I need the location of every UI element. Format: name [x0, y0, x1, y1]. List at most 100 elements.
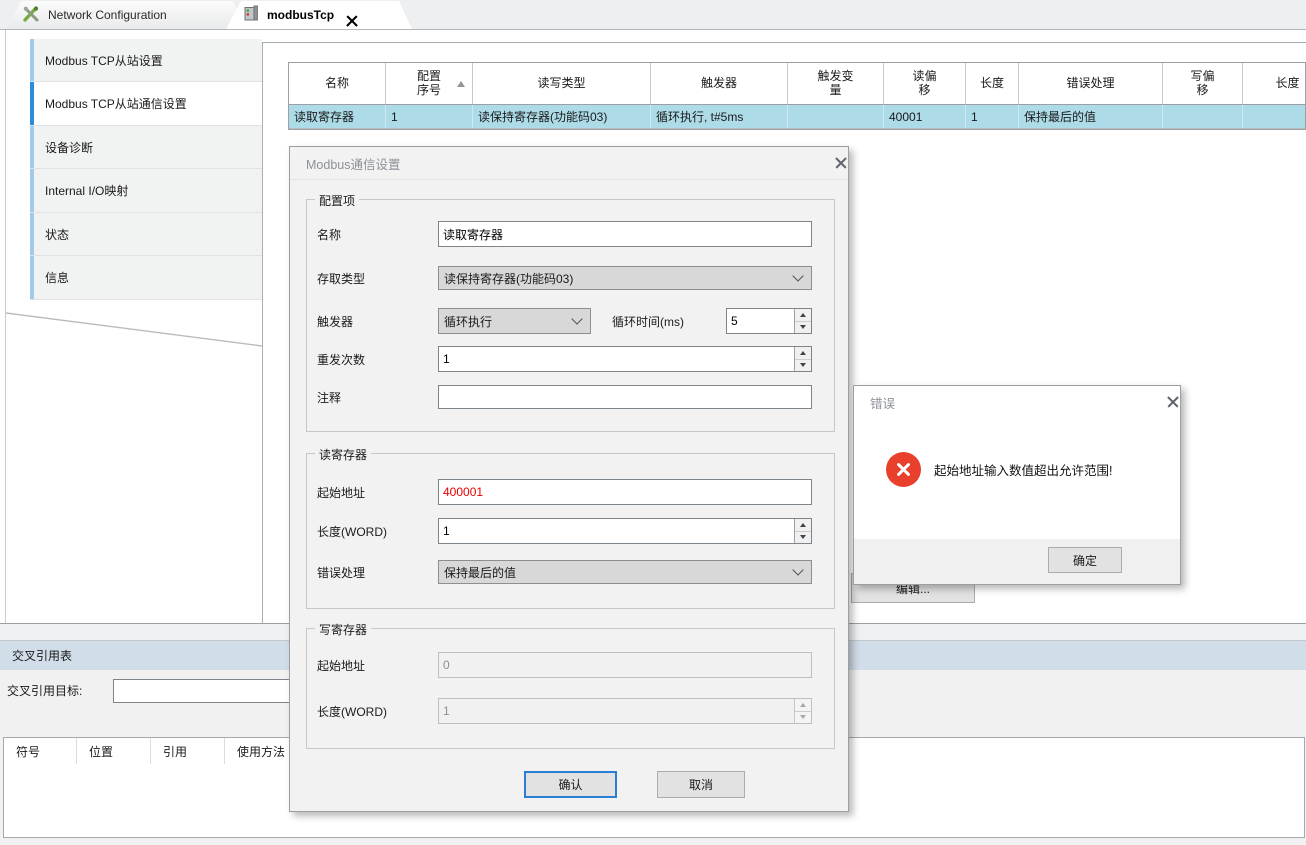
retry-count-spinner[interactable] — [438, 346, 812, 372]
sidebar-item-label: 信息 — [45, 269, 69, 286]
spin-up-icon[interactable] — [795, 347, 811, 360]
cross-reference-target-label: 交叉引用目标: — [7, 678, 82, 702]
trigger-select[interactable]: 循环执行 — [438, 308, 591, 334]
sidebar-item-information[interactable]: 信息 — [30, 256, 262, 300]
read-length-label: 长度(WORD) — [317, 518, 387, 544]
trigger-label: 触发器 — [317, 308, 353, 334]
modbus-settings-dialog: Modbus通信设置 配置项 名称 存取类型 读保持寄存器(功能码03) 触发器… — [289, 146, 849, 812]
read-register-group: 读寄存器 起始地址 长度(WORD) 错误处理 保持最后的值 — [306, 453, 835, 609]
sidebar-item-label: 状态 — [45, 226, 69, 243]
comment-input[interactable] — [438, 385, 812, 409]
ok-button[interactable]: 确定 — [1048, 547, 1122, 573]
table-row-selected[interactable]: 读取寄存器 1 读保持寄存器(功能码03) 循环执行, t#5ms 40001 … — [289, 105, 1306, 129]
column-header-trigger-variable[interactable]: 触发变 量 — [788, 63, 884, 104]
tab-accent-bar — [30, 169, 34, 212]
xref-column-position[interactable]: 位置 — [77, 738, 151, 764]
cell-read-length: 1 — [966, 105, 1019, 128]
column-header-rw-type[interactable]: 读写类型 — [473, 63, 651, 104]
dialog-title-bar[interactable]: 错误 — [854, 386, 1180, 418]
retry-count-input[interactable] — [438, 346, 812, 372]
header-text: 配置 序号 — [417, 70, 441, 98]
group-legend: 配置项 — [315, 192, 359, 209]
write-register-group: 写寄存器 起始地址 长度(WORD) — [306, 628, 835, 749]
cycle-time-spinner[interactable] — [726, 308, 812, 334]
spin-up-icon — [795, 699, 811, 712]
name-input[interactable] — [438, 221, 812, 247]
confirm-button[interactable]: 确认 — [524, 771, 617, 798]
tab-accent-bar — [30, 126, 34, 168]
device-icon — [244, 5, 259, 25]
dialog-title-bar[interactable]: Modbus通信设置 — [290, 147, 848, 180]
selected-value: 循环执行 — [444, 309, 492, 333]
sidebar-item-label: 设备诊断 — [45, 139, 93, 156]
column-header-write-offset[interactable]: 写偏 移 — [1163, 63, 1243, 104]
tab-accent-bar — [30, 213, 34, 255]
column-header-read-length[interactable]: 长度 — [966, 63, 1019, 104]
spin-buttons[interactable] — [794, 347, 811, 371]
modbus-channel-table: 名称 配置 序号 读写类型 触发器 触发变 量 读偏 移 长度 错误处理 写偏 … — [288, 62, 1306, 130]
spin-down-icon[interactable] — [795, 322, 811, 334]
write-start-address-label: 起始地址 — [317, 652, 365, 678]
error-message: 起始地址输入数值超出允许范围! — [934, 460, 1112, 479]
cell-write-offset — [1163, 105, 1243, 128]
xref-column-symbol[interactable]: 符号 — [4, 738, 77, 764]
tools-icon — [22, 5, 40, 26]
group-legend: 写寄存器 — [315, 621, 371, 638]
dialog-title: Modbus通信设置 — [306, 154, 400, 173]
config-group: 配置项 名称 存取类型 读保持寄存器(功能码03) 触发器 循环执行 循环时间(… — [306, 199, 835, 432]
spin-down-icon[interactable] — [795, 532, 811, 544]
write-length-spinner — [438, 698, 812, 724]
chevron-down-icon — [792, 270, 803, 281]
comment-label: 注释 — [317, 385, 341, 409]
chevron-down-icon — [571, 313, 582, 324]
cell-trigger: 循环执行, t#5ms — [651, 105, 788, 128]
sidebar-item-modbus-tcp-comm-settings[interactable]: Modbus TCP从站通信设置 — [30, 82, 262, 126]
spin-buttons[interactable] — [794, 309, 811, 333]
sidebar-item-label: Internal I/O映射 — [45, 182, 128, 199]
sidebar-item-modbus-tcp-settings[interactable]: Modbus TCP从站设置 — [30, 39, 262, 82]
tab-accent-bar — [30, 82, 34, 125]
read-length-spinner[interactable] — [438, 518, 812, 544]
spin-buttons[interactable] — [794, 519, 811, 543]
tab-accent-bar — [30, 256, 34, 299]
column-header-write-length[interactable]: 长度 — [1243, 63, 1306, 104]
tab-network-configuration[interactable]: Network Configuration — [6, 1, 246, 29]
read-start-address-input[interactable] — [438, 479, 812, 505]
column-header-trigger[interactable]: 触发器 — [651, 63, 788, 104]
access-type-select[interactable]: 读保持寄存器(功能码03) — [438, 266, 812, 290]
selected-value: 读保持寄存器(功能码03) — [444, 267, 573, 289]
cell-read-offset: 40001 — [884, 105, 966, 128]
error-icon — [886, 452, 921, 487]
tab-modbustcp[interactable]: modbusTcp — [226, 1, 412, 29]
column-header-read-offset[interactable]: 读偏 移 — [884, 63, 966, 104]
column-header-error-handling[interactable]: 错误处理 — [1019, 63, 1163, 104]
retry-count-label: 重发次数 — [317, 346, 365, 372]
dialog-footer: 确定 — [854, 539, 1180, 584]
read-length-input[interactable] — [438, 518, 812, 544]
column-header-config-index[interactable]: 配置 序号 — [386, 63, 473, 104]
read-start-address-label: 起始地址 — [317, 479, 365, 505]
cell-error-handling: 保持最后的值 — [1019, 105, 1163, 128]
spin-down-icon — [795, 712, 811, 724]
cancel-button[interactable]: 取消 — [657, 771, 745, 798]
spin-up-icon[interactable] — [795, 309, 811, 322]
group-legend: 读寄存器 — [315, 446, 371, 463]
chevron-down-icon — [792, 564, 803, 575]
dialog-title: 错误 — [870, 393, 895, 412]
sidebar-item-internal-io-mapping[interactable]: Internal I/O映射 — [30, 169, 262, 213]
name-label: 名称 — [317, 221, 341, 247]
error-handling-label: 错误处理 — [317, 560, 365, 584]
spin-buttons — [794, 699, 811, 723]
spin-down-icon[interactable] — [795, 360, 811, 372]
sidebar-diagonal-edge — [5, 310, 263, 350]
tab-label: Network Configuration — [48, 8, 167, 22]
spin-up-icon[interactable] — [795, 519, 811, 532]
sidebar-item-device-diagnosis[interactable]: 设备诊断 — [30, 126, 262, 169]
panel-title: 交叉引用表 — [12, 647, 72, 664]
xref-column-reference[interactable]: 引用 — [151, 738, 225, 764]
column-header-name[interactable]: 名称 — [289, 63, 386, 104]
sidebar-item-status[interactable]: 状态 — [30, 213, 262, 256]
error-handling-select[interactable]: 保持最后的值 — [438, 560, 812, 584]
sidebar-item-label: Modbus TCP从站设置 — [45, 52, 163, 69]
cell-trigger-variable — [788, 105, 884, 128]
